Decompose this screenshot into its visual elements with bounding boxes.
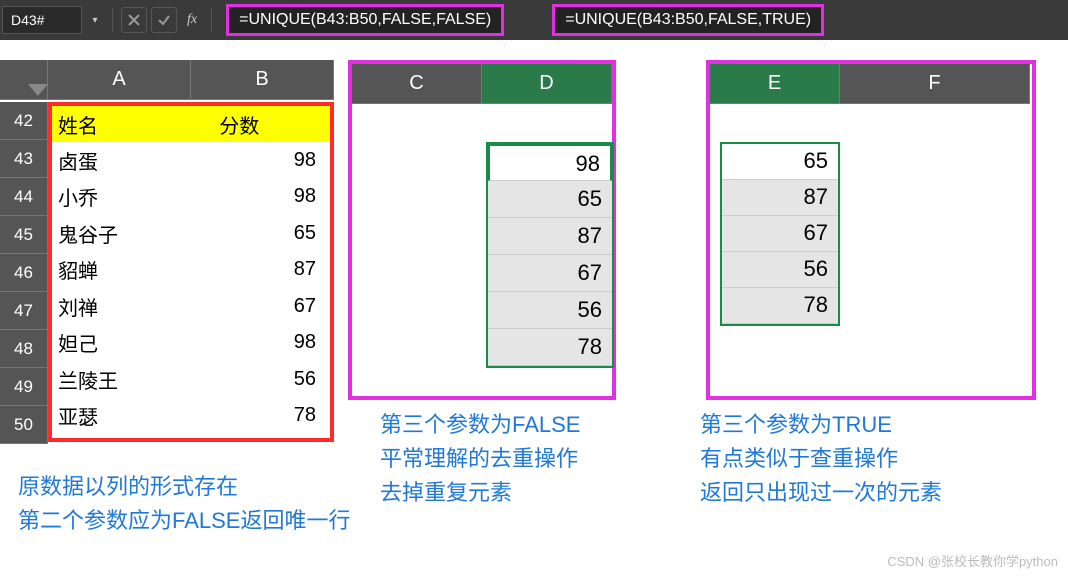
cell[interactable]: 兰陵王	[52, 361, 213, 398]
row-header[interactable]: 49	[0, 368, 48, 406]
cell[interactable]: 78	[722, 288, 838, 324]
row-header[interactable]: 44	[0, 178, 48, 216]
unique-true-panel: E F 65 87 67 56 78	[706, 60, 1036, 400]
row-header[interactable]: 50	[0, 406, 48, 444]
unique-false-spill: 98 65 87 67 56 78	[486, 142, 614, 368]
col-header-d[interactable]: D	[482, 64, 612, 104]
col-header-b[interactable]: B	[191, 60, 334, 100]
fx-icon[interactable]: fx	[187, 12, 197, 28]
cell[interactable]: 65	[213, 215, 330, 252]
cell[interactable]: 87	[722, 180, 838, 216]
cell[interactable]: 56	[722, 252, 838, 288]
name-box-dropdown-icon[interactable]: ▾	[86, 15, 104, 26]
header-name[interactable]: 姓名	[52, 106, 213, 142]
annotation-true: 第三个参数为TRUE 有点类似于查重操作 返回只出现过一次的元素	[700, 408, 942, 510]
cell[interactable]: 鬼谷子	[52, 215, 213, 252]
cell[interactable]: 56	[213, 361, 330, 398]
annotation-line: 第三个参数为FALSE	[380, 408, 580, 442]
cancel-formula-icon[interactable]	[121, 7, 147, 33]
annotation-line: 第二个参数应为FALSE返回唯一行	[18, 504, 350, 538]
source-table: 姓名 分数 卤蛋98 小乔98 鬼谷子65 貂蝉87 刘禅67 妲己98 兰陵王…	[52, 106, 330, 435]
cell[interactable]: 67	[213, 288, 330, 325]
col-header-c[interactable]: C	[352, 64, 482, 104]
row-header[interactable]: 45	[0, 216, 48, 254]
annotation-line: 返回只出现过一次的元素	[700, 476, 942, 510]
cell[interactable]: 妲己	[52, 325, 213, 362]
source-data-panel: 姓名 分数 卤蛋98 小乔98 鬼谷子65 貂蝉87 刘禅67 妲己98 兰陵王…	[48, 102, 334, 442]
formula-bar-1[interactable]: =UNIQUE(B43:B50,FALSE,FALSE)	[226, 4, 504, 36]
annotation-line: 平常理解的去重操作	[380, 442, 580, 476]
cell[interactable]: 刘禅	[52, 288, 213, 325]
unique-false-panel: C D 98 65 87 67 56 78	[348, 60, 616, 400]
formula-bar-2[interactable]: =UNIQUE(B43:B50,FALSE,TRUE)	[552, 4, 824, 36]
annotation-source: 原数据以列的形式存在 第二个参数应为FALSE返回唯一行	[18, 470, 350, 538]
accept-formula-icon[interactable]	[151, 7, 177, 33]
select-all-corner[interactable]	[0, 60, 48, 100]
col-headers-ab: A B	[48, 60, 334, 100]
annotation-false: 第三个参数为FALSE 平常理解的去重操作 去掉重复元素	[380, 408, 580, 510]
spreadsheet: 42 43 44 45 46 47 48 49 50 A B 姓名 分数 卤蛋9…	[0, 40, 1068, 580]
cell[interactable]: 亚瑟	[52, 398, 213, 435]
divider	[112, 8, 113, 32]
cell[interactable]: 67	[488, 255, 612, 292]
col-headers-cd: C D	[352, 64, 612, 104]
cell[interactable]: 98	[213, 142, 330, 179]
row-header[interactable]: 43	[0, 140, 48, 178]
divider	[211, 8, 212, 32]
row-headers: 42 43 44 45 46 47 48 49 50	[0, 102, 48, 444]
col-headers-ef: E F	[710, 64, 1032, 104]
annotation-line: 有点类似于查重操作	[700, 442, 942, 476]
name-box[interactable]: D43#	[2, 6, 82, 34]
cell[interactable]: 87	[488, 218, 612, 255]
row-header[interactable]: 48	[0, 330, 48, 368]
cell[interactable]: 78	[488, 329, 612, 366]
cell[interactable]: 卤蛋	[52, 142, 213, 179]
cell[interactable]: 98	[488, 144, 612, 181]
row-header[interactable]: 47	[0, 292, 48, 330]
cell[interactable]: 56	[488, 292, 612, 329]
cell[interactable]: 65	[488, 181, 612, 218]
col-header-e[interactable]: E	[710, 64, 840, 104]
cell[interactable]: 小乔	[52, 179, 213, 216]
cell[interactable]: 87	[213, 252, 330, 289]
header-score[interactable]: 分数	[213, 106, 330, 142]
col-header-f[interactable]: F	[840, 64, 1030, 104]
cell[interactable]: 67	[722, 216, 838, 252]
cell[interactable]: 98	[213, 179, 330, 216]
col-header-a[interactable]: A	[48, 60, 191, 100]
unique-true-spill: 65 87 67 56 78	[720, 142, 840, 326]
watermark: CSDN @张校长教你学python	[887, 551, 1058, 570]
cell[interactable]: 貂蝉	[52, 252, 213, 289]
annotation-line: 去掉重复元素	[380, 476, 580, 510]
cell[interactable]: 78	[213, 398, 330, 435]
annotation-line: 原数据以列的形式存在	[18, 470, 350, 504]
corner-triangle-icon	[28, 84, 48, 96]
cell[interactable]: 98	[213, 325, 330, 362]
formula-toolbar: D43# ▾ fx =UNIQUE(B43:B50,FALSE,FALSE) =…	[0, 0, 1068, 40]
row-header[interactable]: 42	[0, 102, 48, 140]
row-header[interactable]: 46	[0, 254, 48, 292]
cell[interactable]: 65	[722, 144, 838, 180]
annotation-line: 第三个参数为TRUE	[700, 408, 942, 442]
